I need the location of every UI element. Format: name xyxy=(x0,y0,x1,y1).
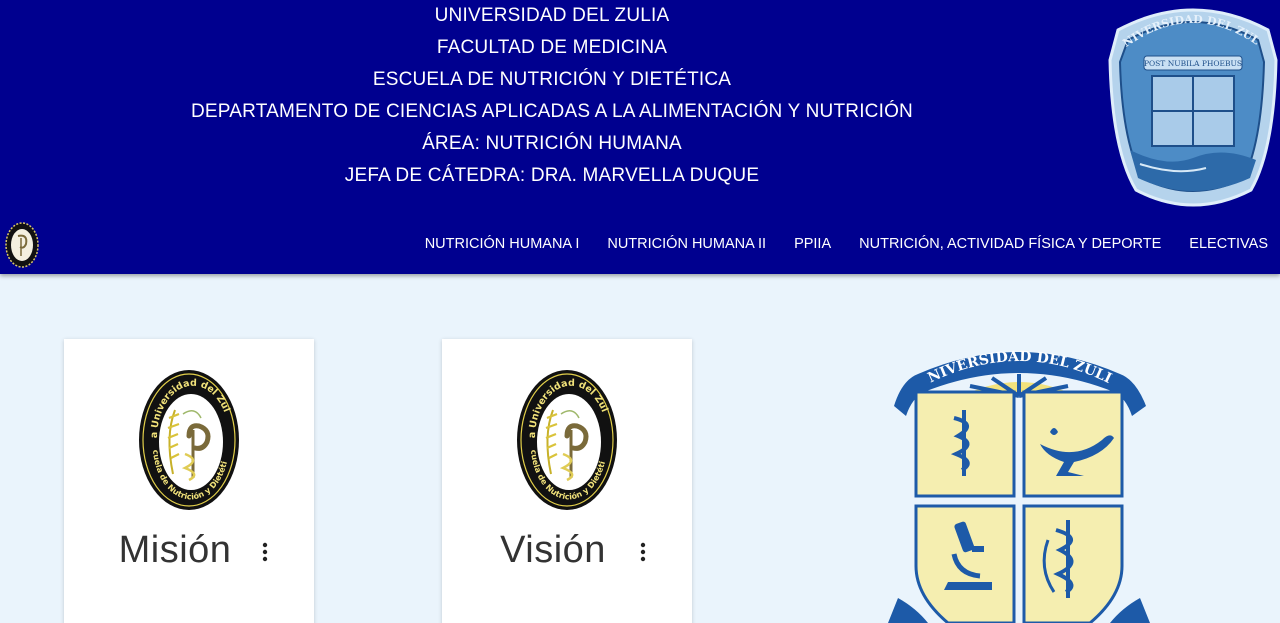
university-seal-icon: UNIVERSIDAD DEL ZULIA POST NUBILA PHOEBU… xyxy=(1106,0,1278,207)
nav-nutricion-humana-2[interactable]: NUTRICIÓN HUMANA II xyxy=(593,236,780,252)
nav-ppiia[interactable]: PPIIA xyxy=(780,236,845,252)
nav-actividad-fisica-deporte[interactable]: NUTRICIÓN, ACTIVIDAD FÍSICA Y DEPORTE xyxy=(845,236,1175,252)
department-head: JEFA DE CÁTEDRA: DRA. MARVELLA DUQUE xyxy=(344,165,760,186)
mision-title: Misión xyxy=(118,529,232,571)
nutrition-emblem-icon: La Universidad del Zulia Escuela de Nutr… xyxy=(135,366,239,510)
vision-card[interactable]: La Universidad del Zulia Escuela de Nutr… xyxy=(442,339,692,623)
kebab-menu-icon[interactable] xyxy=(638,541,648,563)
vision-title: Visión xyxy=(500,529,606,571)
nav-nutricion-humana-1[interactable]: NUTRICIÓN HUMANA I xyxy=(411,236,594,252)
nav-electivas[interactable]: ELECTIVAS xyxy=(1175,236,1280,252)
department-name: DEPARTAMENTO DE CIENCIAS APLICADAS A LA … xyxy=(191,101,913,122)
nutrition-emblem-icon[interactable] xyxy=(4,220,40,270)
school-name: ESCUELA DE NUTRICIÓN Y DIETÉTICA xyxy=(372,69,732,90)
main-nav: NUTRICIÓN HUMANA I NUTRICIÓN HUMANA II P… xyxy=(411,226,1280,262)
kebab-menu-icon[interactable] xyxy=(260,541,270,563)
university-name: UNIVERSIDAD DEL ZULIA xyxy=(434,5,670,26)
faculty-name: FACULTAD DE MEDICINA xyxy=(436,37,668,58)
area-name: ÁREA: NUTRICIÓN HUMANA xyxy=(422,133,682,154)
svg-text:POST NUBILA PHOEBUS: POST NUBILA PHOEBUS xyxy=(1144,59,1242,68)
site-header: UNIVERSIDAD DEL ZULIA FACULTAD DE MEDICI… xyxy=(0,0,1280,274)
medicine-crest-icon: UNIVERSIDAD DEL ZULIA xyxy=(888,336,1150,623)
header-titles: UNIVERSIDAD DEL ZULIA FACULTAD DE MEDICI… xyxy=(0,0,1104,192)
nutrition-emblem-icon: La Universidad del Zulia Escuela de Nutr… xyxy=(513,366,617,510)
mision-card[interactable]: La Universidad del Zulia Escuela de Nutr… xyxy=(64,339,314,623)
